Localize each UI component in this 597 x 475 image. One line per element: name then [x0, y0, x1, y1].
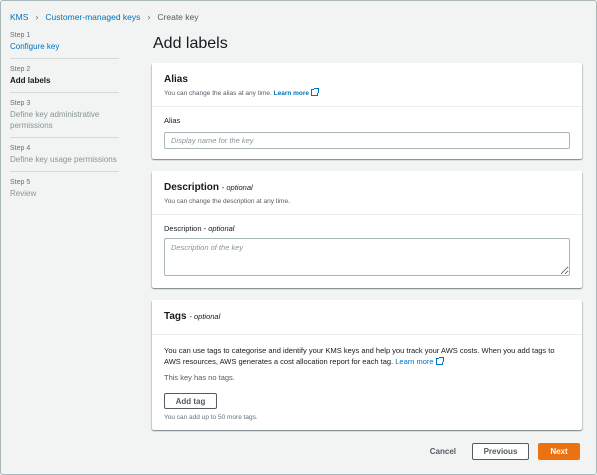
alias-panel-description: You can change the alias at any time. Le…: [164, 88, 570, 98]
learn-more-label: Learn more: [395, 357, 434, 366]
step-5: Step 5 Review: [10, 178, 119, 205]
step-1: Step 1 Configure key: [10, 31, 119, 59]
step-number: Step 2: [10, 66, 31, 73]
breadcrumb-kms[interactable]: KMS: [10, 12, 28, 22]
tags-info-text: You can use tags to categorise and ident…: [164, 345, 570, 367]
optional-label: - optional: [203, 224, 235, 233]
alias-panel-title: Alias: [164, 74, 188, 85]
alias-input[interactable]: [164, 132, 570, 149]
external-link-icon: [311, 88, 320, 96]
no-tags-text: This key has no tags.: [164, 373, 235, 382]
step-2: Step 2 Add labels: [10, 65, 119, 93]
next-button[interactable]: Next: [538, 443, 580, 460]
app-frame: KMS › Customer-managed keys › Create key…: [0, 0, 597, 475]
cancel-button[interactable]: Cancel: [424, 443, 462, 460]
tags-learn-more-link[interactable]: Learn more: [395, 357, 444, 366]
alias-panel-header: Alias You can change the alias at any ti…: [152, 63, 582, 107]
tags-panel-body: You can use tags to categorise and ident…: [152, 335, 582, 431]
step-number: Step 1: [10, 32, 31, 39]
step-number: Step 5: [10, 179, 31, 186]
step-link-configure-key[interactable]: Configure key: [10, 41, 119, 52]
tag-limit-hint: You can add up to 50 more tags.: [164, 414, 258, 421]
step-title: Define key administrative permissions: [10, 110, 100, 130]
optional-label: - optional: [189, 312, 221, 321]
alias-panel-body: Alias: [152, 107, 582, 159]
step-3: Step 3 Define key administrative permiss…: [10, 99, 119, 138]
previous-button[interactable]: Previous: [472, 443, 529, 460]
learn-more-label: Learn more: [273, 90, 310, 97]
optional-label: - optional: [221, 183, 253, 192]
description-title-text: Description: [164, 182, 220, 193]
description-panel: Description - optional You can change th…: [152, 171, 582, 288]
description-textarea[interactable]: [164, 238, 570, 276]
description-panel-description: You can change the description at any ti…: [164, 198, 290, 205]
alias-field-label: Alias: [164, 116, 181, 125]
alias-learn-more-link[interactable]: Learn more: [273, 88, 320, 97]
step-title: Define key usage permissions: [10, 155, 117, 164]
breadcrumb: KMS › Customer-managed keys › Create key: [10, 10, 199, 24]
description-panel-title: Description - optional: [164, 181, 570, 194]
chevron-right-icon: ›: [35, 12, 39, 22]
step-title: Review: [10, 189, 37, 198]
description-panel-body: Description - optional: [152, 215, 582, 291]
tags-panel-header: Tags - optional: [152, 300, 582, 335]
wizard-footer: Cancel Previous Next: [424, 443, 580, 460]
step-title-current: Add labels: [10, 76, 51, 85]
tags-panel: Tags - optional You can use tags to cate…: [152, 300, 582, 430]
tags-panel-title: Tags - optional: [164, 310, 570, 323]
alias-panel: Alias You can change the alias at any ti…: [152, 63, 582, 159]
chevron-right-icon: ›: [147, 12, 151, 22]
breadcrumb-customer-managed-keys[interactable]: Customer-managed keys: [45, 12, 140, 22]
step-number: Step 3: [10, 100, 31, 107]
page-title: Add labels: [153, 35, 228, 52]
alias-description-text: You can change the alias at any time.: [164, 90, 272, 97]
step-number: Step 4: [10, 145, 31, 152]
add-tag-button[interactable]: Add tag: [164, 393, 217, 409]
description-field-label: Description - optional: [164, 224, 570, 234]
external-link-icon: [435, 357, 444, 365]
description-panel-header: Description - optional You can change th…: [152, 171, 582, 215]
tags-body-text: You can use tags to categorise and ident…: [164, 346, 555, 366]
description-label-text: Description: [164, 224, 202, 233]
breadcrumb-create-key: Create key: [157, 12, 199, 22]
wizard-steps: Step 1 Configure key Step 2 Add labels S…: [10, 31, 119, 211]
step-4: Step 4 Define key usage permissions: [10, 144, 119, 172]
tags-title-text: Tags: [164, 311, 187, 322]
